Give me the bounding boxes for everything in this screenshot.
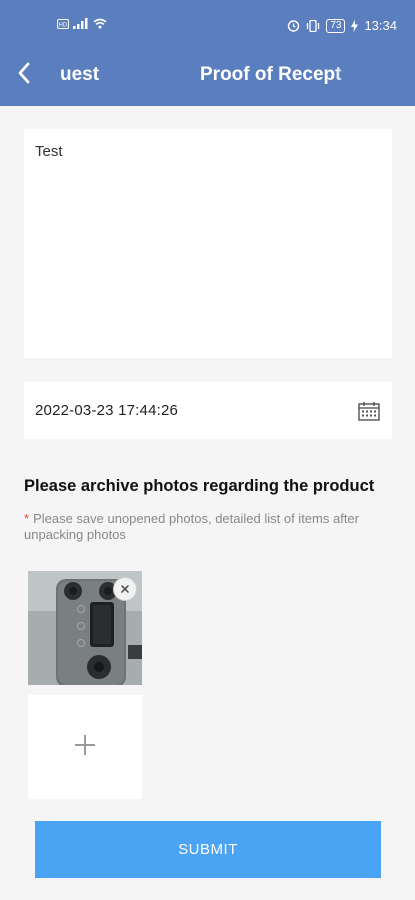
app-bar: HD 73 13:34 uest Proof of Recept xyxy=(0,0,415,106)
datetime-field[interactable]: 2022-03-23 17:44:26 xyxy=(24,382,392,439)
alarm-icon xyxy=(287,19,300,32)
sim-hd-icon: HD xyxy=(57,18,69,29)
calendar-icon[interactable] xyxy=(357,399,381,423)
plus-icon xyxy=(73,733,97,762)
page-title: Proof of Recept xyxy=(200,64,342,85)
photos-hint-text: Please save unopened photos, detailed li… xyxy=(24,511,359,542)
previous-page-title[interactable]: uest xyxy=(60,64,105,86)
battery-indicator: 73 xyxy=(326,18,346,33)
svg-text:HD: HD xyxy=(59,22,68,28)
charging-icon xyxy=(351,19,359,32)
photos-hint: * Please save unopened photos, detailed l… xyxy=(24,511,384,543)
close-icon xyxy=(120,582,130,597)
status-bar: HD 73 13:34 xyxy=(0,0,415,50)
remove-photo-button[interactable] xyxy=(113,577,137,601)
vibrate-icon xyxy=(306,19,320,32)
status-time: 13:34 xyxy=(364,18,397,33)
photos-section-title: Please archive photos regarding the prod… xyxy=(24,477,375,495)
required-marker: * xyxy=(24,511,30,526)
submit-button[interactable]: SUBMIT xyxy=(35,821,381,878)
signal-icon xyxy=(73,18,89,29)
back-button[interactable] xyxy=(8,58,40,92)
nav-bar: uest Proof of Recept xyxy=(0,50,415,100)
add-photo-button[interactable] xyxy=(28,695,142,799)
datetime-value: 2022-03-23 17:44:26 xyxy=(35,402,179,419)
note-input[interactable]: Test xyxy=(24,129,392,358)
chevron-left-icon xyxy=(17,62,31,89)
wifi-icon xyxy=(93,18,107,29)
